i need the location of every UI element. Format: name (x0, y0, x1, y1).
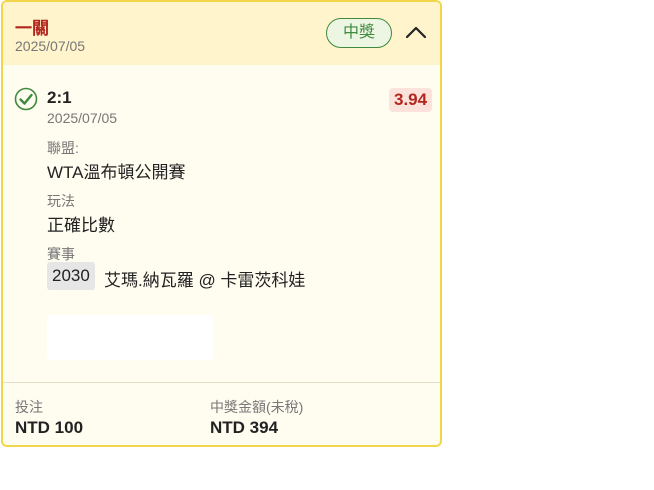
chevron-up-icon (405, 26, 427, 39)
play-value: 正確比數 (47, 216, 115, 235)
bet-slip-header[interactable]: 一關 2025/07/05 中獎 (3, 2, 440, 65)
selection-date: 2025/07/05 (47, 110, 118, 126)
payout-value: NTD 394 (210, 418, 279, 437)
selection-score: 2:1 (47, 88, 72, 107)
play-label: 玩法 (47, 193, 75, 209)
footer-divider (3, 382, 440, 383)
bet-slip-card: 一關 2025/07/05 中獎 2:1 2025/07/05 3.94 聯盟:… (1, 0, 442, 447)
odds-badge: 3.94 (389, 88, 433, 112)
blank-panel (47, 315, 213, 360)
stake-label: 投注 (15, 399, 43, 415)
collapse-button[interactable] (403, 19, 429, 45)
event-label: 賽事 (47, 246, 75, 262)
bet-type-title: 一關 (15, 19, 49, 38)
match-name: 艾瑪.納瓦羅 @ 卡雷茨科娃 (104, 271, 306, 290)
league-value: WTA溫布頓公開賽 (47, 163, 186, 182)
stake-value: NTD 100 (15, 418, 84, 437)
win-status-badge: 中獎 (326, 18, 392, 48)
check-circle-icon (14, 87, 38, 111)
match-code-badge: 2030 (47, 262, 95, 290)
league-label: 聯盟: (47, 140, 79, 156)
bet-date: 2025/07/05 (15, 38, 86, 54)
payout-label: 中獎金額(未稅) (210, 399, 304, 415)
